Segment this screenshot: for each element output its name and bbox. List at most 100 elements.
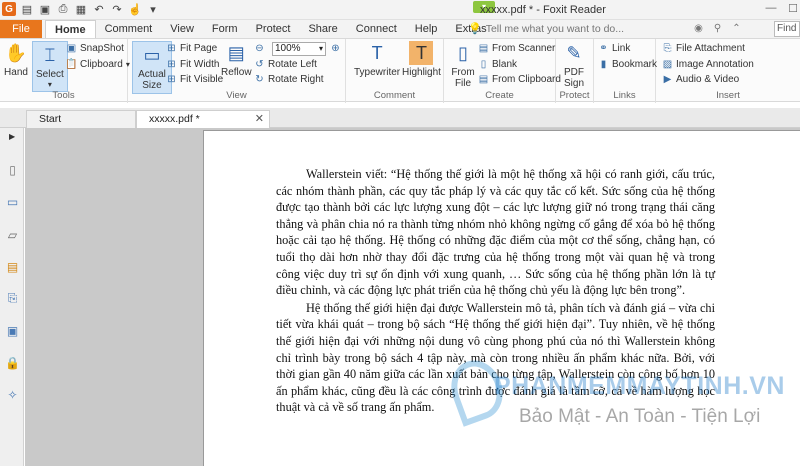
security-lock-icon[interactable]: 🔒 — [5, 355, 20, 370]
film-icon: ▶ — [663, 74, 672, 85]
open-icon[interactable]: ▤ — [20, 2, 34, 16]
group-label-view: View — [226, 90, 247, 101]
tab-share[interactable]: Share — [299, 20, 346, 38]
watermark-tagline: Bảo Mật - An Toàn - Tiện Lợi — [519, 406, 761, 427]
zoom-select[interactable]: 100% — [272, 42, 326, 56]
from-clipboard-button[interactable]: ▤ From Clipboard — [478, 74, 561, 85]
clipboard-icon: ▤ — [478, 74, 489, 85]
zoom-out-icon[interactable]: ⊖ — [254, 43, 265, 54]
tab-help[interactable]: Help — [406, 20, 447, 38]
typewriter-button[interactable]: T Typewriter — [354, 41, 400, 79]
document-tabs: Start xxxxx.pdf * ✕ — [0, 108, 800, 128]
tab-connect[interactable]: Connect — [347, 20, 406, 38]
tabs-right-icons: ◉ ⚲ ⌃ — [692, 23, 743, 36]
search-icon[interactable]: ⚲ — [711, 23, 724, 36]
signatures-icon[interactable]: ▣ — [5, 323, 20, 338]
save-icon[interactable]: ▣ — [38, 2, 52, 16]
tab-file[interactable]: File — [0, 20, 42, 38]
reflow-icon: ▤ — [227, 42, 245, 63]
bookmarks-icon[interactable]: ▭ — [5, 194, 20, 209]
attachments-icon[interactable]: ⎘ — [5, 291, 20, 306]
audio-video-button[interactable]: ▶ Audio & Video — [662, 74, 740, 85]
rotate-left-icon: ↺ — [255, 59, 264, 70]
image-icon: ▨ — [662, 59, 673, 70]
doc-tab-current[interactable]: xxxxx.pdf * ✕ — [136, 110, 270, 128]
zoom-in-icon[interactable]: ⊕ — [330, 43, 341, 54]
title-bar: G ▤ ▣ ⎙ ▦ ↶ ↷ ☝ ▾ ▾ xxxxx.pdf * - Foxit … — [0, 0, 800, 20]
layers-icon[interactable]: ▱ — [5, 227, 20, 242]
clipboard-icon: 📋 — [65, 59, 78, 70]
ribbon-tabs-row: File Home Comment View Form Protect Shar… — [0, 20, 800, 38]
from-file-button[interactable]: ▯ From File — [450, 41, 476, 90]
rotate-right-button[interactable]: ↻ Rotate Right — [254, 74, 323, 85]
hand-icon[interactable]: ☝ — [128, 2, 142, 16]
pdf-file-icon: ▯ — [458, 42, 468, 63]
find-input[interactable]: Find — [774, 21, 800, 37]
snapshot-button[interactable]: ▣ SnapShot — [66, 43, 124, 54]
tab-view[interactable]: View — [161, 20, 203, 38]
camera-icon: ▣ — [66, 43, 77, 54]
link-icon: ⚭ — [599, 43, 608, 54]
window-controls: — ☐ — [764, 2, 800, 16]
pages-icon[interactable]: ▯ — [5, 162, 20, 177]
customize-icon[interactable]: ▾ — [146, 2, 160, 16]
fit-width-icon: ⊞ — [167, 59, 176, 70]
group-comment: T Typewriter T Highlight Comment — [346, 39, 444, 103]
image-annotation-button[interactable]: ▨ Image Annotation — [662, 59, 754, 70]
fit-width-button[interactable]: ⊞ Fit Width — [166, 59, 219, 70]
undo-icon[interactable]: ↶ — [92, 2, 106, 16]
account-icon[interactable]: ◉ — [692, 23, 705, 36]
comments-icon[interactable]: ▤ — [5, 259, 20, 274]
group-label-insert: Insert — [716, 90, 740, 101]
paragraph: Wallerstein viết: “Hệ thống thế giới là … — [276, 167, 715, 298]
navigation-panel: ▶ ▯ ▭ ▱ ▤ ⎘ ▣ 🔒 ✧ — [0, 128, 24, 466]
close-icon[interactable]: ✕ — [255, 111, 264, 127]
pen-icon: ✎ — [566, 42, 582, 63]
fit-page-button[interactable]: ⊞ Fit Page — [166, 43, 217, 54]
link-button[interactable]: ⚭ Link — [598, 43, 630, 54]
scanner-icon: ▤ — [478, 43, 489, 54]
clipboard-button[interactable]: 📋 Clipboard ▾ — [65, 59, 130, 70]
blank-page-icon: ▯ — [480, 59, 487, 70]
tell-me: 💡 — [468, 22, 636, 35]
print-preview-icon[interactable]: ▦ — [74, 2, 88, 16]
expand-panel-icon[interactable]: ▶ — [9, 132, 15, 141]
minimize-icon[interactable]: — — [764, 2, 778, 16]
tab-protect[interactable]: Protect — [247, 20, 300, 38]
tell-me-input[interactable] — [485, 22, 636, 35]
redo-icon[interactable]: ↷ — [110, 2, 124, 16]
print-icon[interactable]: ⎙ — [56, 2, 70, 16]
tab-form[interactable]: Form — [203, 20, 247, 38]
group-tools: ✋ Hand ⌶ Select ▾ ▣ SnapShot 📋 Clipboard… — [0, 39, 130, 103]
select-button[interactable]: ⌶ Select ▾ — [32, 41, 68, 92]
paperclip-icon: ⎘ — [663, 43, 672, 54]
hand-button[interactable]: ✋ Hand — [4, 41, 28, 79]
group-insert: ⎘ File Attachment ▨ Image Annotation ▶ A… — [656, 39, 800, 103]
bookmark-icon: ▮ — [600, 59, 607, 70]
maximize-icon[interactable]: ☐ — [786, 2, 800, 16]
highlight-icon: T — [409, 41, 434, 65]
group-label-tools: Tools — [52, 90, 75, 101]
blank-button[interactable]: ▯ Blank — [478, 59, 517, 70]
tab-comment[interactable]: Comment — [96, 20, 162, 38]
pdf-sign-button[interactable]: ✎ PDF Sign — [562, 41, 586, 90]
file-attachment-button[interactable]: ⎘ File Attachment — [662, 43, 745, 54]
quick-access-toolbar: G ▤ ▣ ⎙ ▦ ↶ ↷ ☝ ▾ — [2, 2, 160, 16]
watermark-brand: PHANMEMMAYTINH.VN — [494, 372, 785, 400]
certificate-icon[interactable]: ✧ — [5, 387, 20, 402]
doc-tab-start[interactable]: Start — [26, 110, 136, 128]
from-scanner-button[interactable]: ▤ From Scanner — [478, 43, 556, 54]
chevron-up-icon[interactable]: ⌃ — [730, 23, 743, 36]
tab-home[interactable]: Home — [45, 20, 96, 38]
group-label-create: Create — [485, 90, 514, 101]
zoom-controls: ⊖ 100% ⊕ ↺ Rotate Left ↻ Rotate Right — [254, 39, 346, 89]
fit-visible-button[interactable]: ⊞ Fit Visible — [166, 74, 223, 85]
group-label-comment: Comment — [373, 90, 416, 101]
reflow-button[interactable]: ▤ Reflow — [221, 41, 252, 79]
fit-page-icon: ⊞ — [167, 43, 176, 54]
ribbon: ✋ Hand ⌶ Select ▾ ▣ SnapShot 📋 Clipboard… — [0, 38, 800, 103]
rotate-left-button[interactable]: ↺ Rotate Left — [254, 59, 317, 70]
bookmark-button[interactable]: ▮ Bookmark — [598, 59, 657, 70]
highlight-button[interactable]: T Highlight — [402, 41, 441, 78]
group-label-links: Links — [613, 90, 636, 101]
